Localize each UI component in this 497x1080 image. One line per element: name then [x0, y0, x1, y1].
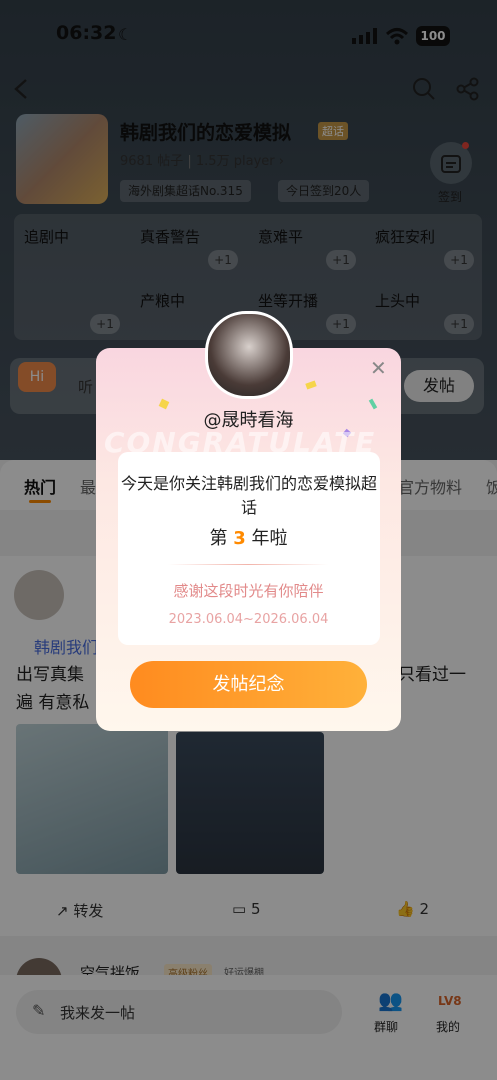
- anniversary-years: 第 3 年啦: [0, 524, 497, 550]
- post-memorial-button[interactable]: 发帖纪念: [130, 661, 367, 708]
- modal-username: @晟時看海: [203, 410, 294, 431]
- years-prefix: 第: [209, 528, 228, 549]
- divider: [168, 564, 328, 565]
- close-icon[interactable]: ✕: [370, 356, 387, 380]
- user-avatar: [205, 311, 293, 399]
- years-suffix: 年啦: [251, 528, 288, 549]
- years-number: 3: [233, 528, 246, 549]
- thanks-text: 感谢这段时光有你陪伴: [173, 582, 324, 600]
- anniversary-message: 今天是你关注韩剧我们的恋爱模拟超话: [120, 474, 377, 517]
- date-range: 2023.06.04~2026.06.04: [168, 612, 329, 627]
- confetti-decoration: [305, 380, 317, 390]
